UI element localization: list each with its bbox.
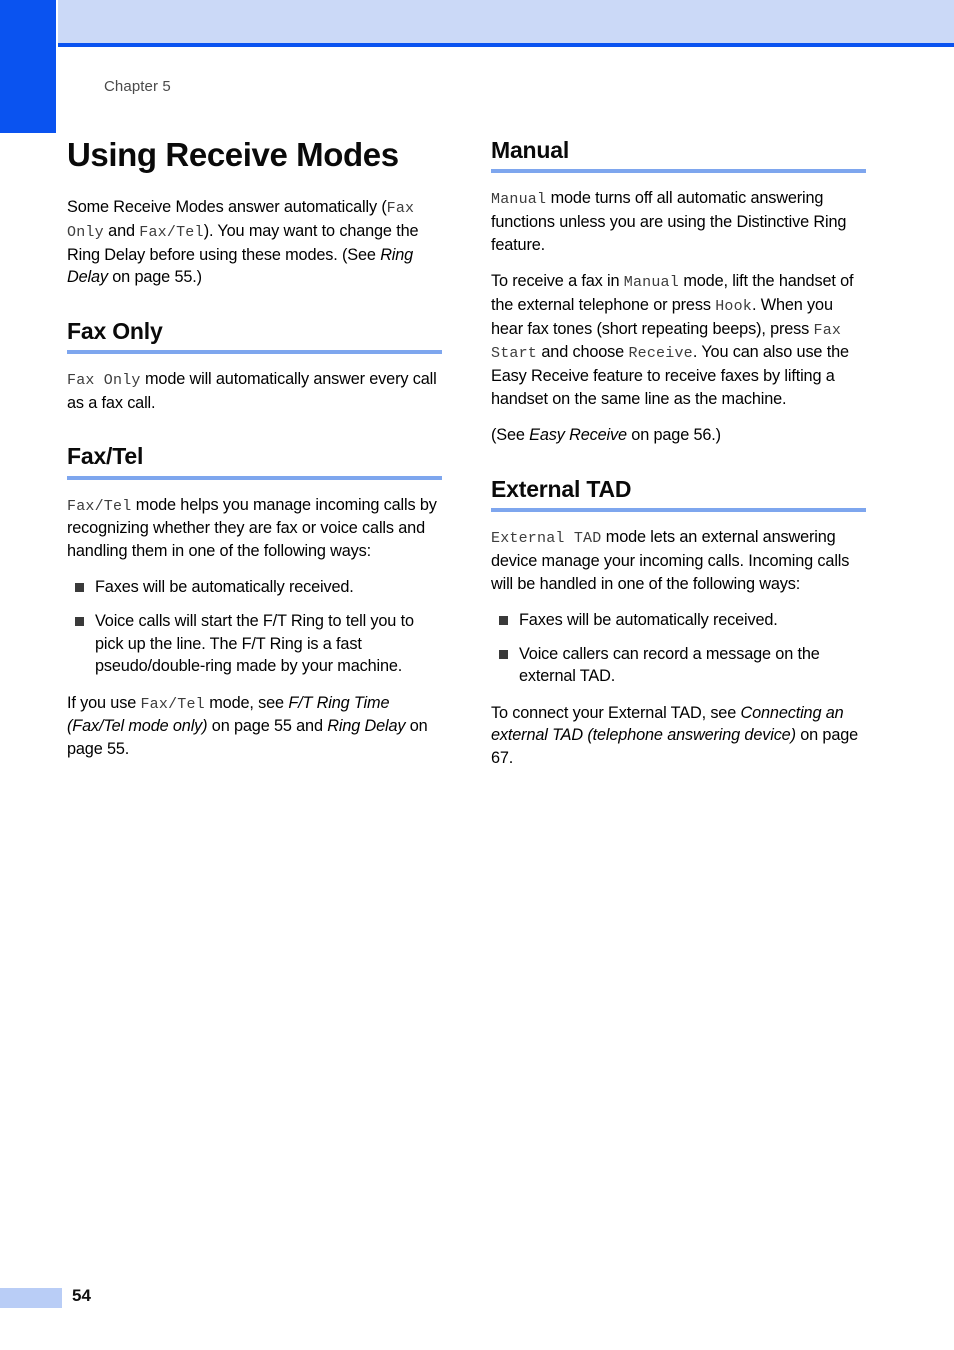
intro-mono-fax-tel: Fax/Tel [139,223,204,241]
fax-tel-bullet-list: Faxes will be automatically received. Vo… [67,576,442,677]
fax-only-paragraph: Fax Only mode will automatically answer … [67,368,442,414]
section-heading-external-tad: External TAD [491,475,632,502]
list-item: Voice callers can record a message on th… [491,643,866,688]
fax-tel-xref-text-2: mode, see [204,693,289,712]
list-item: Faxes will be automatically received. [67,576,442,599]
section-fax-only: Fax Only Fax Only mode will automaticall… [67,317,442,415]
mono-receive: Receive [628,345,693,363]
intro-text-4: on page 55.) [107,268,202,287]
section-heading-rule [67,349,442,354]
external-tad-bullet-list: Faxes will be automatically received. Vo… [491,609,866,688]
fax-tel-xref-text-1: If you use [67,693,141,712]
section-fax-tel: Fax/Tel Fax/Tel mode helps you manage in… [67,443,442,761]
fax-tel-xref-text-3: on page 55 and [207,717,328,736]
intro-paragraph: Some Receive Modes answer automatically … [67,196,442,289]
intro-text-2: and [103,221,140,240]
external-tad-paragraph-1: External TAD mode lets an external answe… [491,526,866,595]
mono-fax-only: Fax Only [67,371,141,389]
fax-tel-xref-paragraph: If you use Fax/Tel mode, see F/T Ring Ti… [67,692,442,761]
fax-tel-intro-paragraph: Fax/Tel mode helps you manage incoming c… [67,494,442,563]
manual-xref-text-2: on page 56.) [626,426,721,445]
manual-xref-text-1: (See [491,426,530,445]
page-number: 54 [72,1286,91,1305]
list-item-label: Faxes will be automatically received. [519,611,778,630]
right-column: Manual Manual mode turns off all automat… [491,137,866,770]
mono-fax-tel: Fax/Tel [67,497,132,515]
running-head-chapter: Chapter 5 [104,78,171,95]
mono-hook: Hook [715,297,752,315]
square-bullet-icon [75,583,84,593]
mono-fax-tel-2: Fax/Tel [140,695,205,713]
list-item-label: Faxes will be automatically received. [95,578,354,597]
list-item: Faxes will be automatically received. [491,609,866,632]
manual-paragraph-2: To receive a fax in Manual mode, lift th… [491,270,866,410]
section-heading-rule [491,508,866,513]
manual-paragraph-3: (See Easy Receive on page 56.) [491,424,866,447]
chapter-thumb-tab [0,0,56,133]
section-heading-fax-only: Fax Only [67,317,163,344]
section-manual: Manual Manual mode turns off all automat… [491,137,866,447]
xref-easy-receive: Easy Receive [529,426,627,445]
square-bullet-icon [75,617,84,627]
square-bullet-icon [499,649,508,659]
header-color-band [58,0,954,43]
header-rule [58,43,954,47]
page-title: Using Receive Modes [67,136,399,173]
manual-paragraph-1: Manual mode turns off all automatic answ… [491,187,866,256]
manual-text-2a: To receive a fax in [491,272,624,291]
list-item-label: Voice calls will start the F/T Ring to t… [95,612,414,676]
mono-manual: Manual [491,191,547,209]
section-heading-rule [491,169,866,174]
section-external-tad: External TAD External TAD mode lets an e… [491,475,866,770]
xref-ring-delay: Ring Delay [327,717,406,736]
section-heading-fax-tel: Fax/Tel [67,443,144,470]
external-tad-xref-paragraph: To connect your External TAD, see Connec… [491,702,866,770]
list-item-label: Voice callers can record a message on th… [519,644,820,686]
left-column: Some Receive Modes answer automatically … [67,196,442,761]
list-item: Voice calls will start the F/T Ring to t… [67,610,442,678]
mono-external-tad: External TAD [491,530,602,548]
square-bullet-icon [499,616,508,626]
section-heading-manual: Manual [491,137,570,163]
section-heading-rule [67,475,442,480]
external-tad-xref-text-1: To connect your External TAD, see [491,703,741,722]
intro-text-1: Some Receive Modes answer automatically … [67,198,387,216]
manual-text-2d: and choose [537,343,629,362]
mono-manual-2: Manual [623,274,679,292]
footer-color-tab [0,1288,62,1308]
